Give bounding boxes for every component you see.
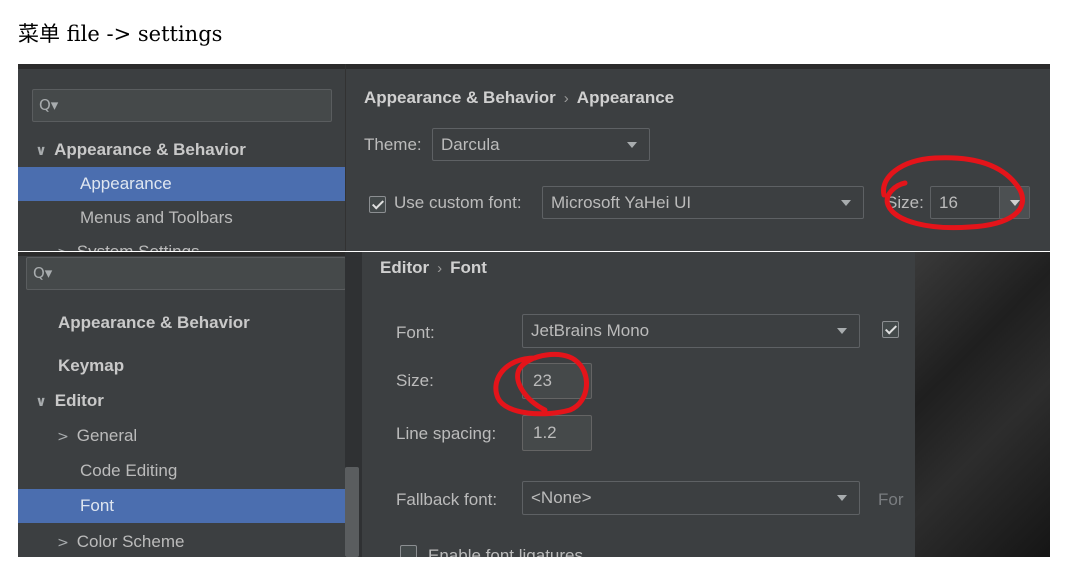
ui-size-label: Size: — [886, 193, 924, 212]
fallback-font-label: Fallback font: — [396, 490, 498, 509]
sidebar-scrollbar[interactable] — [345, 467, 359, 557]
use-custom-font-checkbox[interactable] — [369, 196, 386, 213]
tree-item-label: System Settings — [77, 242, 200, 251]
chevron-down-icon: ∨ — [35, 394, 47, 410]
tree-item-appearance-behavior[interactable]: Appearance & Behavior — [18, 306, 345, 340]
line-spacing-input[interactable]: 1.2 — [522, 415, 592, 451]
line-spacing-label: Line spacing: — [396, 424, 497, 443]
font-size-label: Size: — [396, 371, 434, 390]
chevron-down-icon — [839, 187, 853, 218]
tree-item-label: Appearance & Behavior — [54, 140, 246, 159]
tree-item-label: Keymap — [58, 356, 125, 375]
chevron-right-icon: > — [57, 429, 69, 445]
tree-item-label: Menus and Toolbars — [80, 208, 233, 227]
settings-panel-editor-font: Q▾ Appearance & Behavior Keymap ∨ Editor… — [18, 252, 1050, 557]
ui-size-value: 16 — [939, 193, 958, 212]
tree-item-general[interactable]: > General — [18, 419, 345, 453]
custom-font-value: Microsoft YaHei UI — [551, 193, 692, 212]
breadcrumb: Editor › Font — [380, 258, 487, 278]
chevron-right-icon: > — [57, 535, 69, 551]
settings-search-input[interactable]: Q▾ — [32, 89, 332, 122]
panel-top-edge — [18, 64, 345, 69]
tree-item-color-scheme[interactable]: > Color Scheme — [18, 525, 345, 557]
tree-item-editor[interactable]: ∨ Editor — [18, 384, 345, 418]
tree-item-label: Code Editing — [80, 461, 178, 480]
tree-item-font[interactable]: Font — [18, 489, 345, 523]
font-select[interactable]: JetBrains Mono — [522, 314, 860, 348]
tree-item-appearance[interactable]: Appearance — [18, 167, 345, 201]
chevron-down-icon — [835, 315, 849, 346]
tree-item-menus-toolbars[interactable]: Menus and Toolbars — [18, 201, 345, 235]
tree-item-system-settings[interactable]: > System Settings — [18, 235, 345, 251]
chevron-down-icon: ∨ — [35, 143, 47, 159]
tree-item-label: Appearance — [80, 174, 172, 193]
settings-panel-appearance: Q▾ ∨ Appearance & Behavior Appearance Me… — [18, 64, 1050, 251]
theme-label: Theme: — [364, 135, 422, 154]
tree-item-code-editing[interactable]: Code Editing — [18, 454, 345, 488]
enable-ligatures-checkbox[interactable] — [400, 545, 417, 557]
chevron-down-icon — [835, 482, 849, 513]
breadcrumb-current: Appearance — [576, 88, 675, 107]
tree-item-keymap[interactable]: Keymap — [18, 349, 345, 383]
ui-size-combo[interactable]: 16 — [930, 186, 1030, 219]
tree-item-appearance-behavior[interactable]: ∨ Appearance & Behavior — [18, 133, 345, 167]
use-custom-font-label[interactable]: Use custom font: — [394, 193, 522, 213]
settings-search-input[interactable]: Q▾ — [26, 257, 346, 290]
fallback-font-select[interactable]: <None> — [522, 481, 860, 515]
font-label: Font: — [396, 323, 435, 342]
breadcrumb-separator: › — [563, 90, 569, 107]
chevron-down-icon — [625, 129, 639, 160]
settings-content: Editor › Font Font: JetBrains Mono Size: 2… — [362, 252, 915, 557]
search-icon: Q▾ — [33, 264, 53, 282]
background-desktop — [915, 252, 1050, 557]
breadcrumb: Appearance & Behavior › Appearance — [364, 88, 674, 108]
tree-item-label: Color Scheme — [76, 532, 185, 551]
settings-content: Appearance & Behavior › Appearance Theme: … — [346, 64, 1050, 251]
panel-top-edge — [346, 64, 1050, 69]
enable-ligatures-label[interactable]: Enable font ligatures — [428, 546, 583, 557]
settings-sidebar: Q▾ ∨ Appearance & Behavior Appearance Me… — [18, 64, 345, 251]
fallback-font-value: <None> — [531, 488, 592, 507]
dropdown-arrow-icon[interactable] — [999, 187, 1029, 218]
settings-sidebar: Q▾ Appearance & Behavior Keymap ∨ Editor… — [18, 252, 362, 557]
fallback-font-note: For — [878, 490, 904, 509]
font-value: JetBrains Mono — [531, 321, 650, 340]
font-size-input[interactable]: 23 — [522, 363, 592, 399]
panel-top-edge — [18, 252, 362, 256]
tree-item-label: Appearance & Behavior — [58, 313, 250, 332]
theme-value: Darcula — [441, 135, 500, 154]
breadcrumb-current: Font — [450, 258, 487, 277]
show-only-monospaced-checkbox[interactable] — [882, 321, 899, 338]
breadcrumb-parent[interactable]: Appearance & Behavior — [364, 88, 556, 107]
breadcrumb-separator: › — [437, 260, 443, 277]
tree-item-label: General — [76, 426, 138, 445]
search-icon: Q▾ — [39, 96, 59, 114]
chevron-right-icon: > — [54, 236, 72, 251]
theme-select[interactable]: Darcula — [432, 128, 650, 161]
custom-font-select[interactable]: Microsoft YaHei UI — [542, 186, 864, 219]
caption-text: 菜单 file -> settings — [18, 22, 223, 46]
breadcrumb-parent[interactable]: Editor — [380, 258, 429, 277]
tree-item-label: Editor — [54, 391, 104, 410]
tree-item-label: Font — [80, 496, 115, 515]
